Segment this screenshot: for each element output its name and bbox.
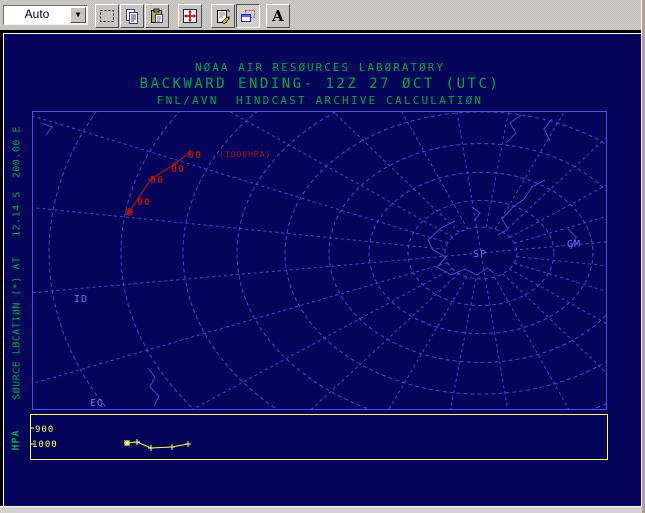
svg-text:SP: SP [473, 249, 487, 260]
zoom-level-dropdown[interactable]: Auto ▼ [3, 5, 88, 25]
properties-icon [217, 9, 230, 24]
copy-icon [126, 9, 138, 24]
paste-icon [151, 8, 163, 23]
plot-title-line2: BACKWARD ENDING- 12Z 27 ØCT (UTC) [139, 76, 501, 92]
source-location-label: SØURCE LØCATIØN (*) AT 12.14 S 200.00 E [11, 126, 23, 400]
svg-text:GM: GM [567, 239, 581, 250]
pressure-axis-label: HPA [10, 429, 22, 451]
svg-text:00: 00 [188, 150, 202, 161]
svg-text:ID: ID [74, 294, 88, 305]
hysplit-viewer-window: Auto ▼ A NØAA AIR RESØURCES LABØRATØRY B… [0, 0, 645, 513]
overlay-windows-icon [241, 10, 255, 22]
pressure-profile-panel: 900 1000 [30, 414, 608, 460]
svg-text:900: 900 [35, 425, 54, 435]
svg-text:EQ: EQ [90, 398, 104, 409]
svg-text:1000: 1000 [32, 440, 58, 450]
overlay-windows-button[interactable] [236, 4, 260, 28]
svg-text:00: 00 [150, 175, 164, 186]
bottom-gray-strip [0, 507, 642, 513]
svg-text:(1000HPA): (1000HPA) [219, 150, 271, 159]
copy-button[interactable] [120, 4, 144, 28]
selection-rect-icon [100, 10, 114, 22]
fit-arrows-icon [183, 9, 197, 23]
select-region-button[interactable] [95, 4, 119, 28]
svg-text:00: 00 [171, 164, 185, 175]
font-icon: A [272, 6, 284, 25]
chevron-down-icon[interactable]: ▼ [70, 7, 86, 23]
zoom-level-value: Auto [24, 7, 50, 21]
paste-button[interactable] [145, 4, 169, 28]
properties-button[interactable] [211, 4, 235, 28]
svg-text:00: 00 [137, 197, 151, 208]
toolbar: Auto ▼ A [0, 0, 642, 30]
plot-title-line3: FNL/AVN HINDCAST ARCHIVE CALCULATIØN [156, 94, 484, 107]
frame-top-highlight [3, 33, 641, 34]
fit-view-button[interactable] [178, 4, 202, 28]
plot-title-line1: NØAA AIR RESØURCES LABØRATØRY [194, 61, 446, 74]
trajectory-map[interactable]: SPGMIDEQ00000000 (1000HPA) [32, 111, 607, 410]
font-button[interactable]: A [266, 4, 290, 28]
